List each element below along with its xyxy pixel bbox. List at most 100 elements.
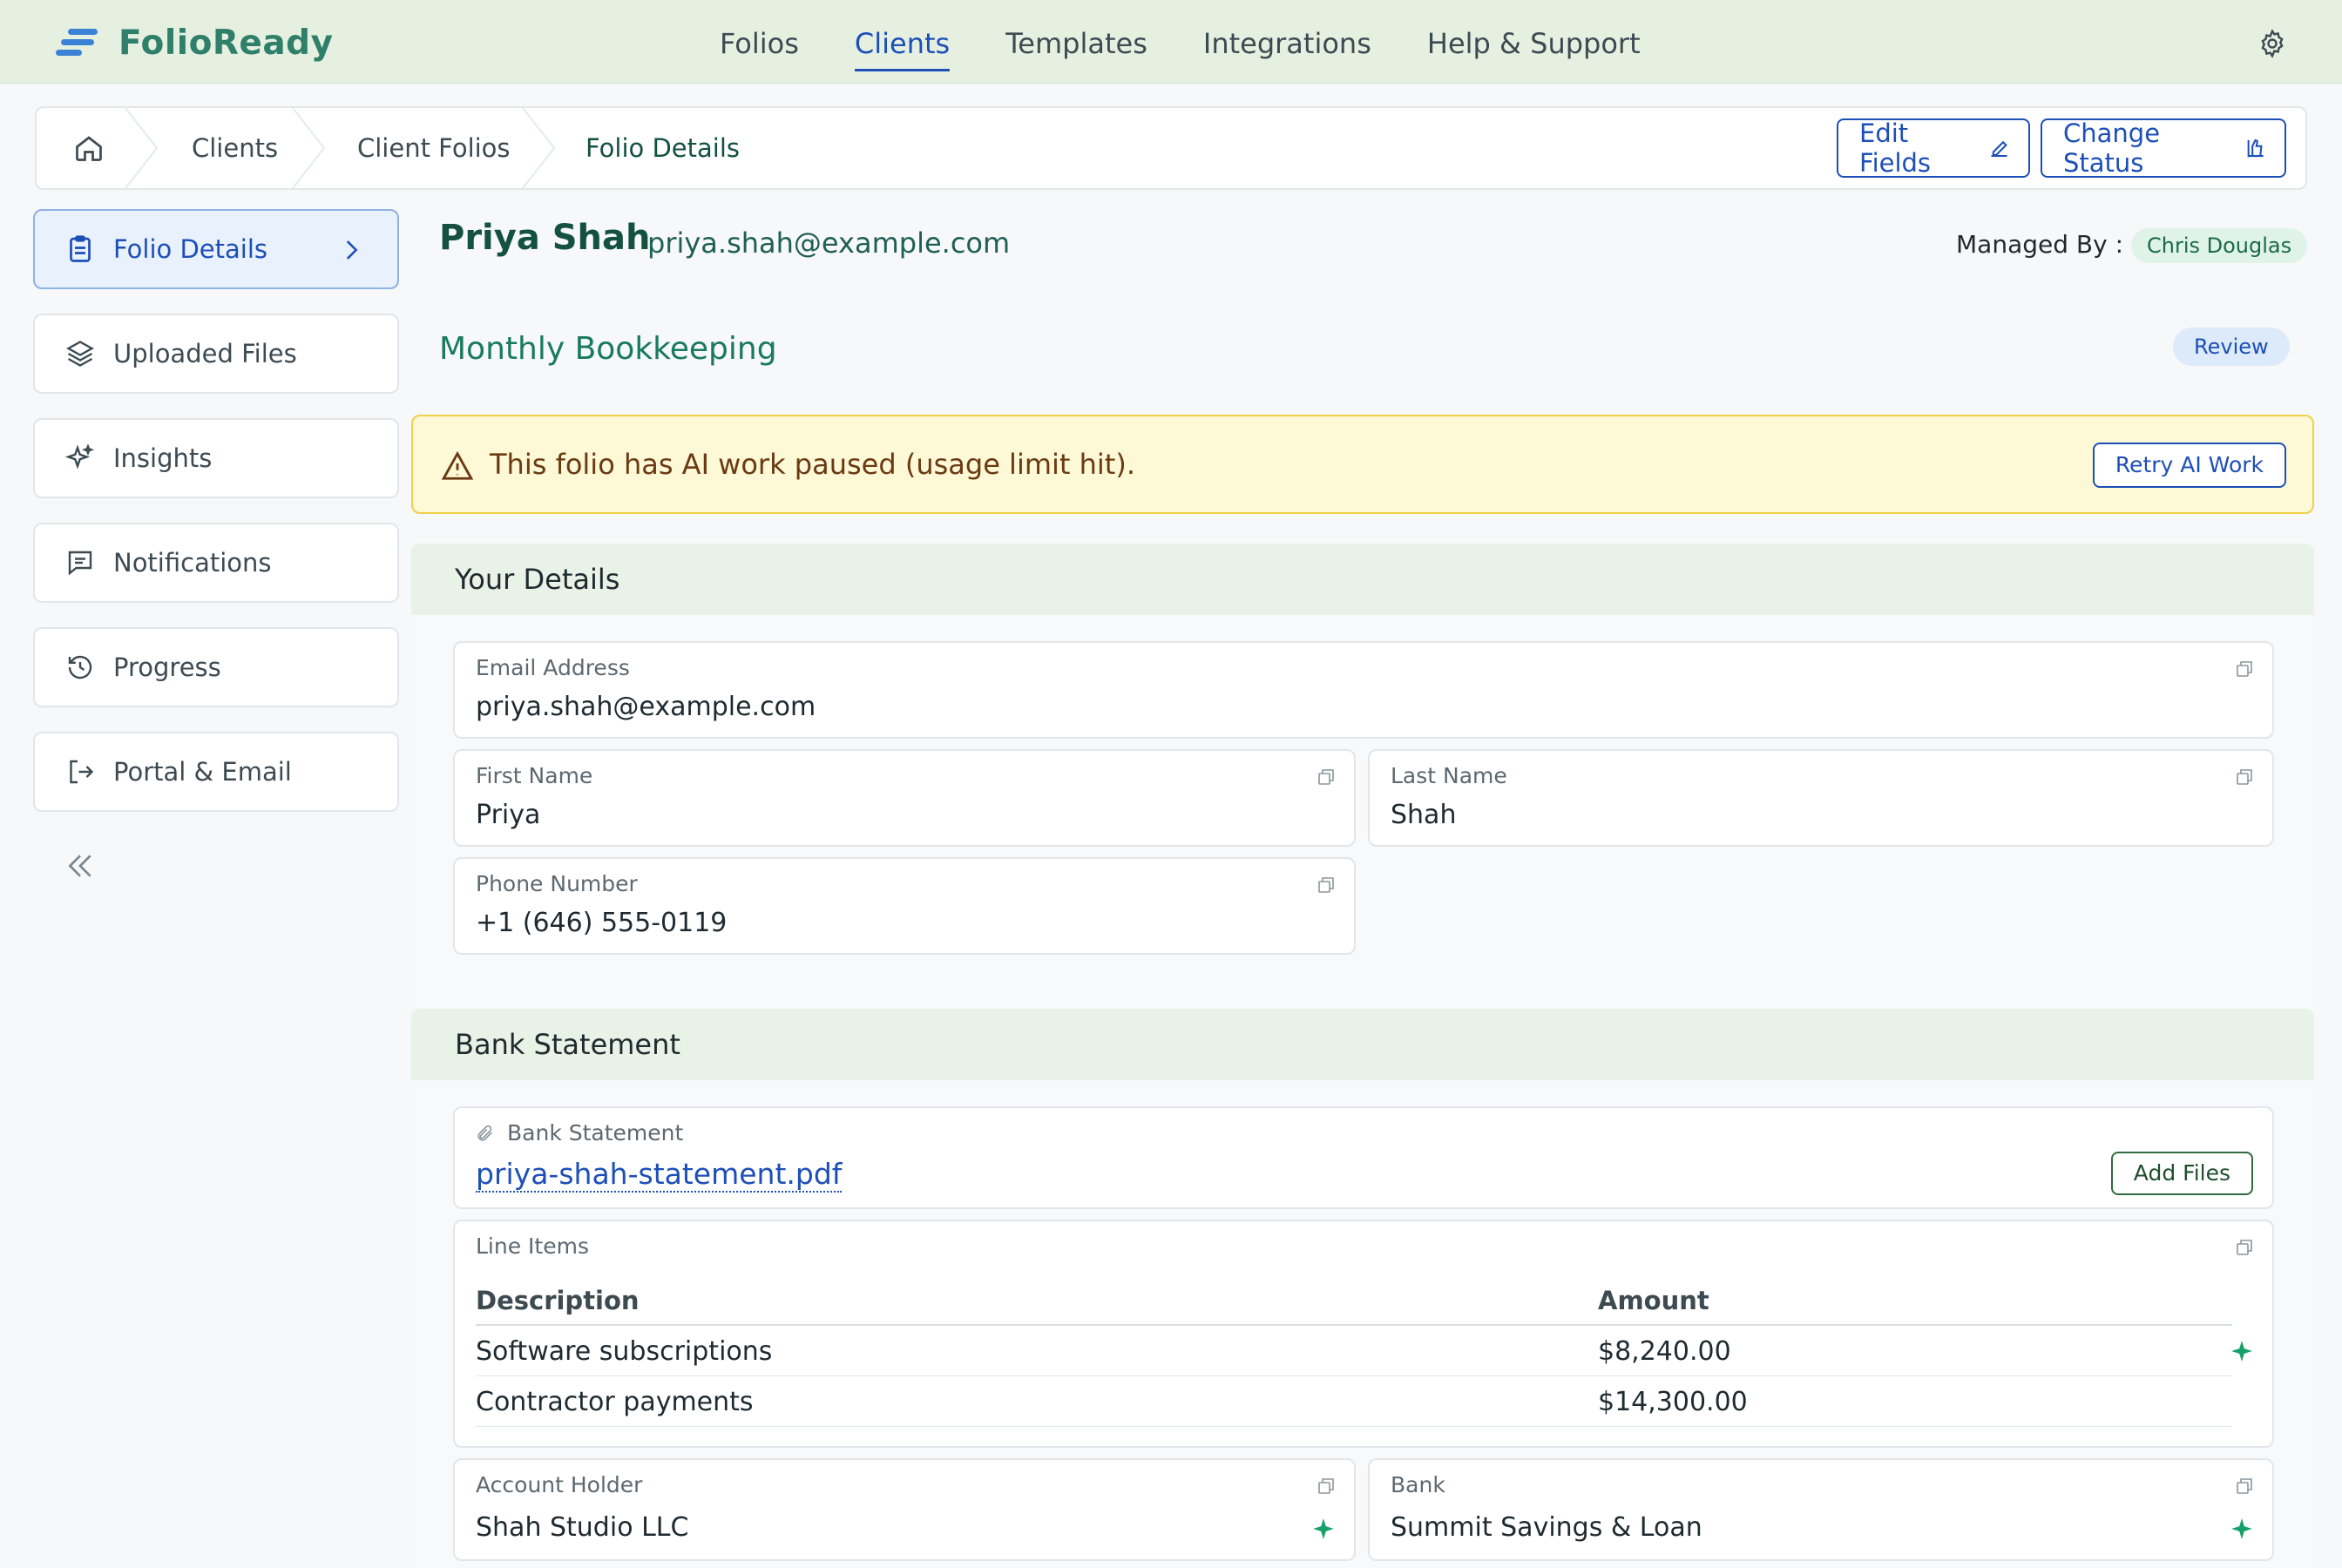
breadcrumb-separator [125, 108, 159, 188]
field-label: Phone Number [476, 871, 638, 896]
chevron-right-icon [346, 240, 358, 260]
sidebar-item-label: Insights [113, 443, 213, 473]
sidebar-item-notifications[interactable]: Notifications [33, 523, 399, 603]
sparkles-icon [64, 443, 95, 470]
section-title: Bank Statement [411, 1009, 2314, 1080]
field-value: Shah [1391, 800, 1457, 830]
breadcrumb-clients[interactable]: Clients [192, 108, 278, 188]
copy-icon[interactable] [1316, 875, 1337, 896]
pencil-icon [1991, 140, 2007, 158]
row-description: Contractor payments [476, 1387, 754, 1417]
status-badge: Review [2173, 328, 2290, 366]
field-label: Account Holder [476, 1472, 643, 1497]
breadcrumb-client-folios[interactable]: Client Folios [357, 108, 511, 188]
ai-sparkle-icon [1313, 1518, 1334, 1539]
line-items-table: Description Amount Software subscription… [476, 1275, 2232, 1427]
copy-icon[interactable] [1316, 767, 1337, 787]
nav-clients[interactable]: Clients [854, 21, 951, 71]
table-row[interactable]: Software subscriptions $8,240.00 [476, 1326, 2232, 1376]
sidebar-item-uploaded-files[interactable]: Uploaded Files [33, 314, 399, 394]
row-amount: $14,300.00 [1598, 1387, 1748, 1417]
logout-icon [70, 760, 94, 784]
copy-icon[interactable] [2234, 1237, 2255, 1258]
sidebar-item-label: Notifications [113, 548, 272, 578]
table-row[interactable]: Contractor payments $14,300.00 [476, 1376, 2232, 1427]
layers-icon [66, 341, 94, 367]
message-icon [68, 551, 92, 576]
bank-field[interactable]: Bank Summit Savings & Loan [1368, 1458, 2274, 1561]
nav-integrations[interactable]: Integrations [1203, 21, 1371, 66]
field-label: Bank Statement [476, 1120, 683, 1146]
field-value: priya.shah@example.com [476, 692, 816, 722]
nav-folios[interactable]: Folios [720, 21, 799, 66]
section-title: Your Details [411, 544, 2314, 615]
last-name-field[interactable]: Last Name Shah [1368, 749, 2274, 847]
statement-file-link[interactable]: priya-shah-statement.pdf [476, 1157, 843, 1193]
breadcrumb-folio-details: Folio Details [586, 133, 741, 163]
ai-sparkle-icon [2231, 1518, 2252, 1539]
field-label: Email Address [476, 655, 630, 680]
copy-icon[interactable] [2234, 659, 2255, 679]
sidebar-item-insights[interactable]: Insights [33, 418, 399, 498]
sidebar-item-label: Folio Details [113, 234, 268, 264]
bank-statement-section: Bank Statement Bank Statement priya-shah… [411, 1009, 2314, 1568]
field-value: Summit Savings & Loan [1391, 1512, 1702, 1543]
copy-icon[interactable] [1316, 1476, 1337, 1497]
change-status-label: Change Status [2063, 118, 2161, 178]
add-files-button[interactable]: Add Files [2110, 1152, 2253, 1195]
logo-icon [56, 27, 101, 58]
breadcrumb: Clients Client Folios Folio Details Edit… [35, 106, 2307, 190]
nav-help-support[interactable]: Help & Support [1427, 21, 1641, 66]
bank-statement-file-field: Bank Statement priya-shah-statement.pdf … [453, 1106, 2274, 1209]
app-logo[interactable]: FolioReady [56, 21, 334, 64]
row-description: Software subscriptions [476, 1336, 773, 1367]
field-label: First Name [476, 763, 593, 788]
top-navigation-bar: FolioReady Folios Clients Templates Inte… [0, 0, 2342, 84]
sidebar-item-label: Uploaded Files [113, 339, 297, 368]
field-value: Shah Studio LLC [476, 1512, 689, 1543]
clipboard-icon [70, 235, 91, 262]
field-value: +1 (646) 555-0119 [476, 908, 728, 938]
breadcrumb-separator [522, 108, 556, 188]
sidebar-item-folio-details[interactable]: Folio Details [33, 209, 399, 289]
ai-sparkle-icon [2231, 1341, 2252, 1362]
main-nav: Folios Clients Templates Integrations He… [720, 21, 1696, 71]
field-label: Last Name [1391, 763, 1507, 788]
your-details-section: Your Details Email Address priya.shah@ex… [411, 544, 2314, 1009]
retry-ai-work-button[interactable]: Retry AI Work [2092, 443, 2286, 488]
file-label-text: Bank Statement [507, 1120, 684, 1146]
client-name: Priya Shah [439, 218, 651, 258]
home-icon[interactable] [73, 132, 105, 164]
folio-title: Monthly Bookkeeping [439, 331, 777, 367]
change-status-button[interactable]: Change Status [2041, 118, 2286, 178]
field-value: Priya [476, 800, 541, 830]
managed-by-label: Managed By : [1956, 230, 2124, 259]
field-label: Line Items [476, 1233, 589, 1259]
account-holder-field[interactable]: Account Holder Shah Studio LLC [453, 1458, 1356, 1561]
alert-message: This folio has AI work paused (usage lim… [490, 448, 1135, 481]
phone-number-field[interactable]: Phone Number +1 (646) 555-0119 [453, 857, 1356, 955]
app-name: FolioReady [118, 23, 334, 63]
warning-icon [441, 450, 474, 480]
gear-icon[interactable] [2257, 28, 2288, 59]
edit-fields-button[interactable]: Edit Fields [1837, 118, 2030, 178]
copy-icon[interactable] [2234, 1476, 2255, 1497]
first-name-field[interactable]: First Name Priya [453, 749, 1356, 847]
collapse-sidebar-icon[interactable] [63, 848, 98, 883]
ai-paused-alert: This folio has AI work paused (usage lim… [411, 415, 2314, 514]
column-header-description: Description [476, 1286, 640, 1315]
paperclip-icon [477, 1125, 492, 1141]
field-label: Bank [1391, 1472, 1445, 1497]
email-field[interactable]: Email Address priya.shah@example.com [453, 641, 2274, 739]
sidebar-item-portal-email[interactable]: Portal & Email [33, 732, 399, 812]
sidebar-item-progress[interactable]: Progress [33, 627, 399, 707]
sidebar-item-label: Portal & Email [113, 757, 292, 787]
managed-by-badge: Chris Douglas [2131, 228, 2308, 263]
copy-icon[interactable] [2234, 767, 2255, 787]
nav-templates[interactable]: Templates [1005, 21, 1147, 66]
line-items-field: Line Items Description Amount Software s… [453, 1220, 2274, 1448]
history-icon [68, 655, 92, 679]
breadcrumb-separator [292, 108, 326, 188]
table-header-row: Description Amount [476, 1275, 2232, 1326]
client-email: priya.shah@example.com [647, 226, 1011, 260]
